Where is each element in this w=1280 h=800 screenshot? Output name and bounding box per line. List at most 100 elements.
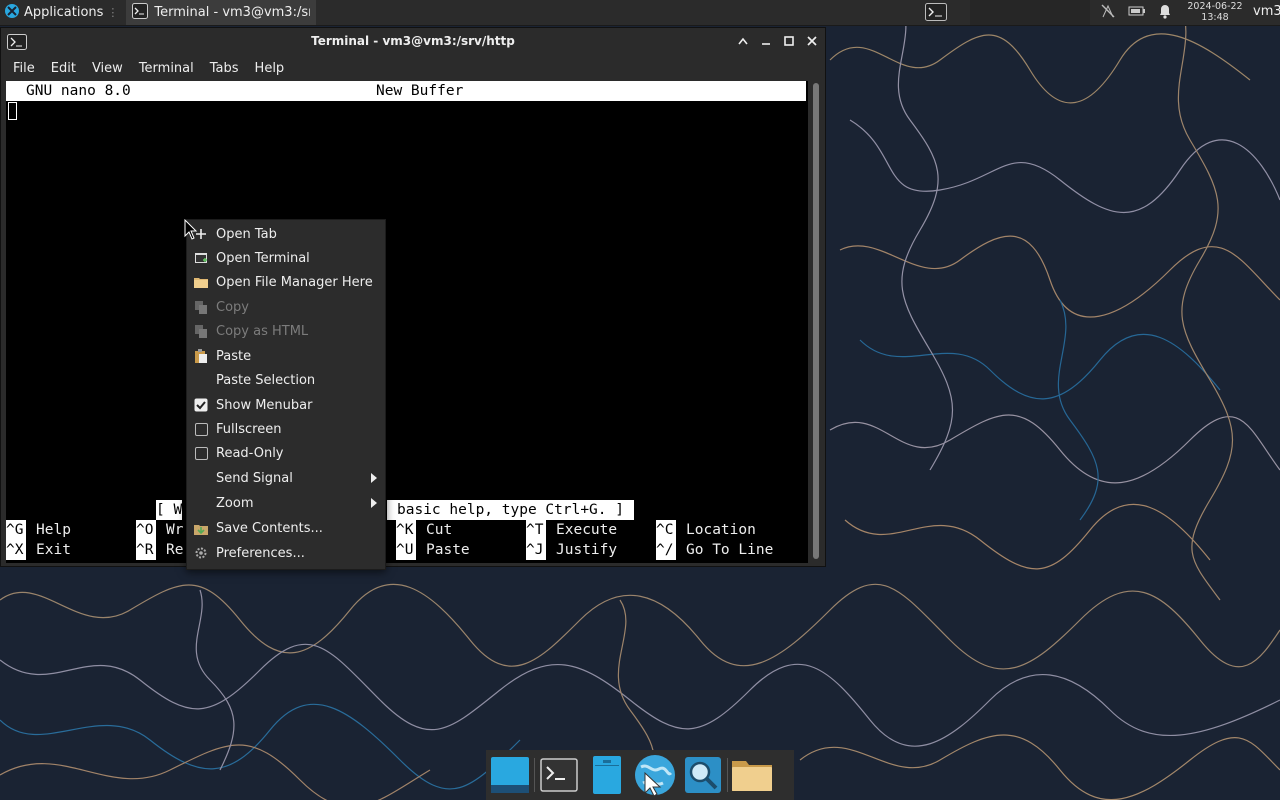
text-cursor [8,102,17,120]
terminal-icon [132,2,149,23]
applications-menu[interactable]: Applications ⋮ [0,0,122,25]
maximize-icon [783,35,794,46]
nano-status-left: [ W [156,500,183,520]
dock-file-manager[interactable] [583,750,631,800]
show-desktop-icon [491,757,529,793]
terminal-screen[interactable]: GNU nano 8.0 New Buffer [ W basic help, … [6,81,808,563]
mouse-pointer-icon [184,219,198,240]
menu-view[interactable]: View [84,61,131,76]
menu-item-open-terminal[interactable]: Open Terminal [187,246,385,270]
clock-time: 13:48 [1201,12,1229,23]
shortcut-key: ^T [526,520,546,540]
nano-version: GNU nano 8.0 [26,83,131,99]
close-button[interactable] [804,33,819,48]
save-icon [194,521,208,535]
menu-item-label: Copy as HTML [216,323,309,339]
menu-file[interactable]: File [5,61,43,76]
shortcut-label: Cut [426,522,453,538]
dock [486,750,794,800]
menu-item-label: Open Terminal [216,250,310,266]
menu-item-paste[interactable]: Paste [187,344,385,368]
checkbox-icon[interactable] [194,422,208,436]
menubar: File Edit View Terminal Tabs Help [1,56,825,80]
shortcut-key: ^U [396,540,416,560]
nano-shortcut: ^U Paste [396,540,470,560]
user-menu[interactable]: vm3 [1253,4,1280,19]
dock-terminal[interactable] [535,750,583,800]
top-panel: Applications ⋮ Terminal - vm3@vm3:/srv/.… [0,0,1280,26]
nano-shortcut: ^/ Go To Line [656,540,773,560]
shortcut-label: Go To Line [686,542,774,558]
menu-edit[interactable]: Edit [43,61,84,76]
notification-bell-icon[interactable] [1158,3,1172,23]
nano-shortcut: ^K Cut [396,520,452,540]
menu-item-zoom[interactable]: Zoom [187,491,385,515]
taskbar-terminal-button[interactable]: Terminal - vm3@vm3:/srv/... [126,0,317,25]
copy-icon [194,300,208,314]
menu-item-open-file-manager[interactable]: Open File Manager Here [187,270,385,294]
shortcut-label: Wr [166,522,184,538]
copy-icon [194,324,208,338]
terminal-scrollbar[interactable] [810,81,822,563]
menu-item-copy: Copy [187,295,385,319]
window-titlebar[interactable]: Terminal - vm3@vm3:/srv/http [1,28,825,56]
nano-shortcut: ^X Exit [6,540,71,560]
window-title: Terminal - vm3@vm3:/srv/http [311,34,515,48]
clock[interactable]: 2024-06-22 13:48 [1184,0,1246,23]
shortcut-key: ^O [136,520,156,540]
menu-item-paste-selection[interactable]: Paste Selection [187,368,385,392]
clock-date: 2024-06-22 [1187,1,1243,12]
submenu-arrow-icon [371,498,377,508]
shortcut-key: ^C [656,520,676,540]
shortcut-label: Help [36,522,71,538]
minimize-button[interactable] [758,33,773,48]
network-disconnected-icon[interactable] [1100,3,1116,23]
menu-item-preferences[interactable]: Preferences... [187,541,385,565]
nano-shortcut: ^R Re [136,540,183,560]
menu-item-read-only[interactable]: Read-Only [187,441,385,465]
menu-item-open-tab[interactable]: Open Tab [187,222,385,246]
menu-terminal[interactable]: Terminal [131,61,202,76]
terminal-icon [925,3,947,21]
menu-item-show-menubar[interactable]: Show Menubar [187,393,385,417]
scrollbar-thumb[interactable] [813,83,819,559]
battery-icon[interactable] [1128,3,1146,23]
menu-item-send-signal[interactable]: Send Signal [187,466,385,490]
shortcut-label: Paste [426,542,470,558]
shortcut-key: ^X [6,540,26,560]
nano-shortcut: ^C Location [656,520,756,540]
menu-item-label: Read-Only [216,445,284,461]
panel-terminal-launcher[interactable] [922,1,950,23]
dock-web-browser[interactable] [631,750,679,800]
shortcut-label: Exit [36,542,71,558]
app-finder-icon [685,757,721,793]
shortcut-key: ^R [136,540,156,560]
close-icon [806,35,817,46]
menu-item-save-contents[interactable]: Save Contents... [187,516,385,540]
nano-buffer-name: New Buffer [376,83,464,99]
menu-handle-icon: ⋮ [107,6,119,19]
dock-app-finder[interactable] [679,750,727,800]
maximize-button[interactable] [781,33,796,48]
menu-help[interactable]: Help [247,61,293,76]
menu-tabs[interactable]: Tabs [202,61,247,76]
panel-spacer [970,0,1090,25]
menu-item-label: Fullscreen [216,421,282,437]
menu-item-label: Send Signal [216,470,293,486]
menu-item-label: Zoom [216,495,254,511]
shade-button[interactable] [735,33,750,48]
nano-shortcut: ^T Execute [526,520,617,540]
menu-item-label: Show Menubar [216,397,313,413]
dock-show-desktop[interactable] [486,750,534,800]
checkbox-checked-icon[interactable] [194,398,208,412]
shortcut-key: ^J [526,540,546,560]
shortcut-label: Execute [556,522,618,538]
checkbox-icon[interactable] [194,446,208,460]
web-browser-icon [635,755,675,797]
dock-folder[interactable] [728,750,776,800]
menu-item-copy-as-html: Copy as HTML [187,319,385,343]
shortcut-label: Justify [556,542,618,558]
nano-shortcut: ^O Wr [136,520,183,540]
folder-icon [732,761,772,791]
menu-item-fullscreen[interactable]: Fullscreen [187,417,385,441]
